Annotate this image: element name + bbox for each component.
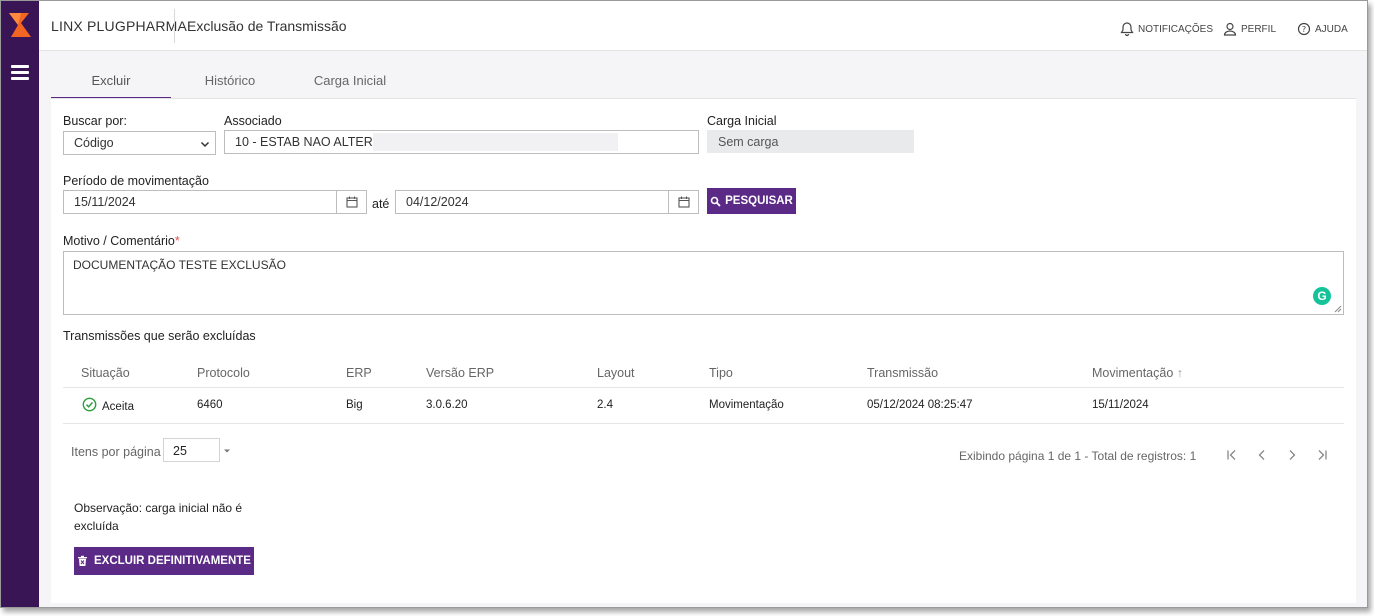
sidebar (1, 1, 39, 607)
svg-text:?: ? (1302, 25, 1306, 34)
per-page-value: 25 (173, 444, 187, 458)
profile-link[interactable]: PERFIL (1222, 21, 1276, 37)
initial-load-field: Sem carga (707, 130, 914, 153)
chevron-down-icon (200, 141, 210, 148)
date-from-input[interactable]: 15/11/2024 (63, 190, 367, 214)
check-circle-icon (82, 397, 97, 412)
resize-handle-icon[interactable] (1334, 305, 1342, 313)
pagination-summary: Exibindo página 1 de 1 - Total de regist… (959, 449, 1197, 463)
note-line-1: Observação: carga inicial não é (74, 501, 243, 515)
col-versao-erp[interactable]: Versão ERP (426, 366, 494, 380)
per-page-label: Itens por página (71, 445, 161, 459)
search-by-value: Código (74, 136, 114, 150)
tab-excluir[interactable]: Excluir (51, 63, 171, 99)
linx-logo-icon (9, 13, 31, 37)
reason-value: DOCUMENTAÇÃO TESTE EXCLUSÃO (73, 258, 286, 272)
table-header-divider (63, 387, 1344, 388)
col-tipo[interactable]: Tipo (709, 366, 733, 380)
notifications-link[interactable]: NOTIFICAÇÕES (1119, 21, 1213, 37)
sort-arrow-icon: ↑ (1176, 366, 1184, 380)
help-label: AJUDA (1315, 23, 1348, 35)
grammarly-icon[interactable]: G (1313, 287, 1331, 305)
reason-textarea[interactable]: DOCUMENTAÇÃO TESTE EXCLUSÃO G (63, 251, 1344, 315)
cell-status: Aceita (102, 401, 134, 413)
next-page-icon[interactable] (1285, 448, 1299, 462)
search-by-label: Buscar por: (63, 114, 127, 128)
period-label: Período de movimentação (63, 174, 209, 188)
profile-label: PERFIL (1241, 23, 1277, 35)
col-transmissao[interactable]: Transmissão (867, 366, 938, 380)
associate-label: Associado (224, 114, 282, 128)
date-from-calendar[interactable] (336, 191, 366, 213)
search-button-label: PESQUISAR (725, 195, 793, 207)
search-button[interactable]: PESQUISAR (707, 188, 796, 214)
required-mark: * (174, 234, 180, 248)
cell-protocol: 6460 (197, 399, 223, 411)
calendar-icon (345, 196, 358, 208)
first-page-icon[interactable] (1225, 448, 1239, 462)
top-header: LINX PLUGPHARMA Exclusão de Transmissão … (39, 1, 1367, 51)
trash-icon (78, 555, 88, 566)
cell-layout: 2.4 (597, 399, 613, 411)
search-by-select[interactable]: Código (63, 131, 216, 155)
reason-label-text: Motivo / Comentário (63, 234, 175, 248)
user-icon (1223, 22, 1237, 36)
tab-bar: Excluir Histórico Carga Inicial (51, 63, 411, 99)
date-from-value: 15/11/2024 (74, 195, 136, 209)
date-to-value: 04/12/2024 (406, 195, 469, 209)
bell-icon (1120, 22, 1134, 37)
initial-load-label: Carga Inicial (707, 114, 777, 128)
delete-button-label: EXCLUIR DEFINITIVAMENTE (94, 555, 251, 567)
col-erp[interactable]: ERP (346, 366, 372, 380)
redacted-area (373, 133, 618, 151)
col-situacao[interactable]: Situação (81, 366, 130, 380)
last-page-icon[interactable] (1315, 448, 1329, 462)
prev-page-icon[interactable] (1255, 448, 1269, 462)
calendar-icon (677, 196, 690, 208)
search-icon (710, 196, 721, 207)
associate-input[interactable]: 10 - ESTAB NAO ALTERAR (224, 130, 699, 154)
cell-transmission: 05/12/2024 08:25:47 (867, 399, 973, 411)
cell-erp-version: 3.0.6.20 (426, 399, 468, 411)
date-to-input[interactable]: 04/12/2024 (395, 190, 699, 214)
col-movimentacao-label: Movimentação (1092, 366, 1174, 380)
initial-load-value: Sem carga (718, 134, 779, 149)
main-panel: Buscar por: Código Associado 10 - ESTAB … (51, 98, 1356, 603)
help-icon: ? (1297, 22, 1311, 36)
help-link[interactable]: ? AJUDA (1296, 21, 1348, 37)
until-label: até (372, 197, 390, 211)
table-caption: Transmissões que serão excluídas (63, 329, 256, 343)
date-to-calendar[interactable] (668, 191, 698, 213)
tab-historico[interactable]: Histórico (171, 63, 289, 99)
page-title: Exclusão de Transmissão (187, 18, 347, 34)
per-page-select[interactable]: 25 (163, 438, 220, 462)
note-line-2: excluída (74, 519, 119, 533)
col-protocolo[interactable]: Protocolo (197, 366, 250, 380)
reason-label: Motivo / Comentário* (63, 234, 180, 248)
cell-movement: 15/11/2024 (1092, 399, 1149, 411)
col-layout[interactable]: Layout (597, 366, 635, 380)
table-row-divider (63, 423, 1344, 424)
delete-permanently-button[interactable]: EXCLUIR DEFINITIVAMENTE (74, 547, 254, 575)
cell-erp: Big (346, 399, 363, 411)
associate-value: 10 - ESTAB NAO ALTERAR (235, 135, 391, 149)
col-movimentacao[interactable]: Movimentação ↑ (1092, 366, 1183, 380)
tab-carga-inicial[interactable]: Carga Inicial (289, 63, 411, 99)
menu-icon[interactable] (11, 65, 29, 83)
app-window: LINX PLUGPHARMA Exclusão de Transmissão … (0, 0, 1368, 608)
header-divider (174, 9, 175, 43)
cell-type: Movimentação (709, 399, 784, 411)
caret-down-icon[interactable] (223, 447, 231, 455)
notifications-label: NOTIFICAÇÕES (1138, 23, 1214, 35)
brand-name: LINX PLUGPHARMA (51, 18, 188, 34)
